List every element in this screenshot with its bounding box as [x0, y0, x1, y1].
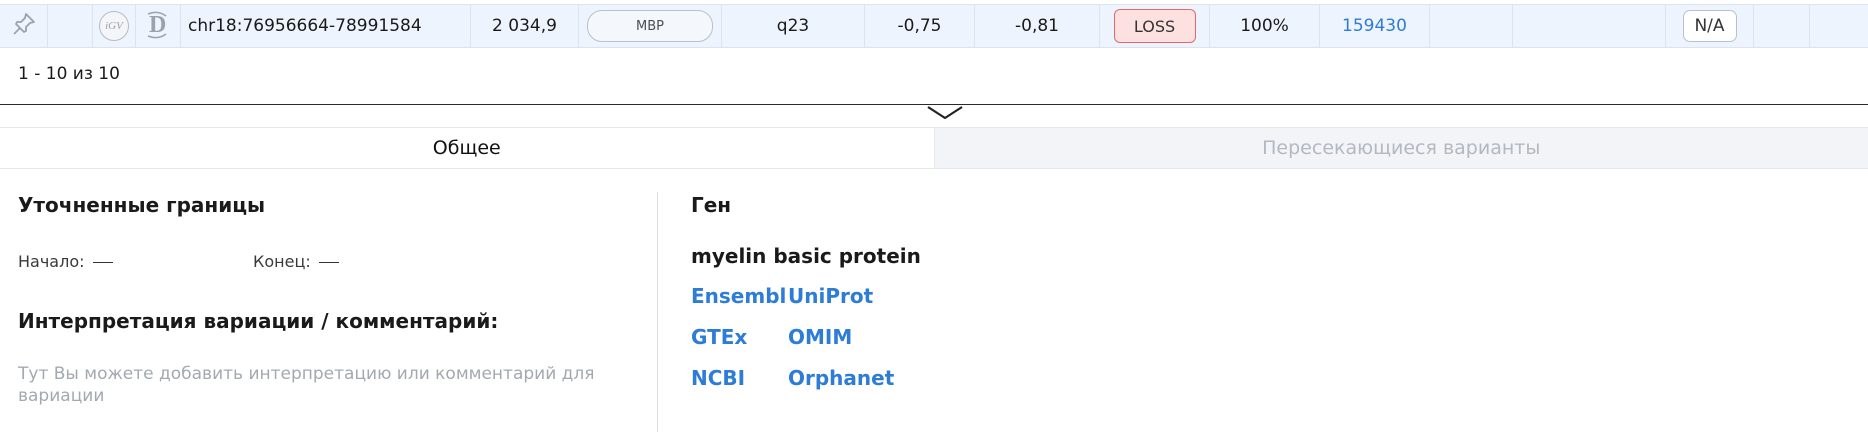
start-field: Начало:	[18, 252, 113, 271]
detail-tabs: Общее Пересекающиеся варианты	[0, 127, 1868, 169]
gtex-link[interactable]: GTEx	[691, 325, 747, 349]
empty-cell	[48, 5, 93, 47]
start-empty-dash	[92, 261, 113, 264]
pin-cell[interactable]	[0, 5, 48, 47]
na-badge: N/A	[1682, 10, 1737, 42]
ensembl-link[interactable]: Ensembl	[691, 284, 786, 308]
vertical-divider	[657, 192, 658, 432]
size-value: 2 034,9	[492, 16, 557, 36]
size-cell: 2 034,9	[471, 5, 579, 47]
coordinates: chr18:76956664-78991584	[188, 16, 422, 36]
end-empty-dash	[318, 261, 339, 264]
interpretation-title: Интерпретация вариации / комментарий:	[18, 309, 499, 333]
tab-overlapping-variants[interactable]: Пересекающиеся варианты	[934, 128, 1868, 168]
orphanet-link[interactable]: Orphanet	[788, 366, 894, 390]
end-field: Конец:	[253, 252, 339, 271]
empty-cell	[1754, 5, 1810, 47]
gene-full-name: myelin basic protein	[691, 244, 921, 268]
coordinates-cell: chr18:76956664-78991584	[181, 5, 471, 47]
gene-cell[interactable]: MBP	[579, 5, 722, 47]
score1-cell: -0,75	[865, 5, 975, 47]
pagination-text: 1 - 10 из 10	[18, 64, 120, 84]
end-label: Конец:	[253, 252, 311, 271]
svg-text:D: D	[149, 12, 166, 38]
chevron-down-icon[interactable]	[926, 105, 964, 125]
pin-icon[interactable]	[11, 11, 37, 42]
loss-badge: LOSS	[1113, 9, 1196, 43]
id-link[interactable]: 159430	[1342, 16, 1407, 36]
table-row[interactable]: iGV D chr18:76956664-78991584 2 034,9 MB…	[0, 4, 1868, 48]
uniprot-link[interactable]: UniProt	[788, 284, 873, 308]
na-cell: N/A	[1666, 5, 1754, 47]
type-cell: LOSS	[1100, 5, 1210, 47]
start-label: Начало:	[18, 252, 85, 271]
decipher-cell[interactable]: D	[136, 5, 181, 47]
empty-cell	[1810, 5, 1868, 47]
band-value: q23	[776, 16, 810, 36]
refined-bounds-title: Уточненные границы	[18, 193, 266, 217]
igv-cell[interactable]: iGV	[93, 5, 136, 47]
score2-value: -0,81	[1015, 16, 1059, 36]
score2-cell: -0,81	[975, 5, 1100, 47]
gene-section-title: Ген	[691, 193, 732, 217]
igv-icon[interactable]: iGV	[99, 11, 129, 41]
id-cell[interactable]: 159430	[1320, 5, 1430, 47]
score1-value: -0,75	[897, 16, 942, 36]
interpretation-input[interactable]: Тут Вы можете добавить интерпретацию или…	[18, 363, 618, 407]
gene-pill[interactable]: MBP	[587, 10, 713, 42]
percent-cell: 100%	[1210, 5, 1320, 47]
ncbi-link[interactable]: NCBI	[691, 366, 745, 390]
empty-cell	[1513, 5, 1666, 47]
percent-value: 100%	[1240, 16, 1289, 36]
decipher-icon[interactable]: D	[144, 8, 172, 45]
band-cell: q23	[722, 5, 865, 47]
tab-general[interactable]: Общее	[0, 128, 935, 168]
empty-cell	[1430, 5, 1513, 47]
omim-link[interactable]: OMIM	[788, 325, 852, 349]
